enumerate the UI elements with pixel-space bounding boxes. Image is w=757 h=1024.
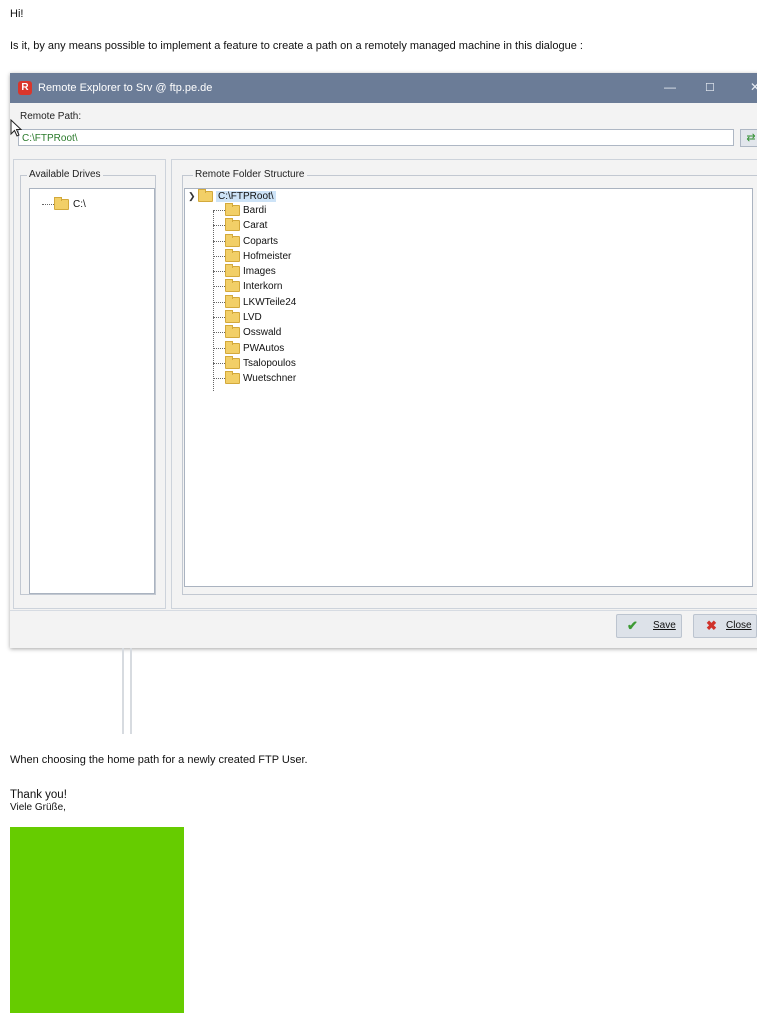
close-button-label: Close [726,620,752,631]
maximize-icon[interactable]: ☐ [705,81,715,94]
thanks-text: Thank you! [10,789,67,801]
follow-up-text: When choosing the home path for a newly … [10,754,308,766]
title-bar[interactable]: R Remote Explorer to Srv @ ftp.pe.de — ☐… [10,73,757,103]
tree-group-title: Remote Folder Structure [193,169,307,180]
folder-icon [225,371,240,385]
checkmark-icon: ✔ [627,618,638,633]
window-title: Remote Explorer to Srv @ ftp.pe.de [38,82,213,94]
folder-icon [225,325,240,339]
question-text: Is it, by any means possible to implemen… [10,40,583,52]
remote-path-input[interactable]: C:\FTPRoot\ [18,129,734,146]
folder-label: Tsalopoulos [243,357,296,369]
folder-label: Osswald [243,327,282,339]
signature-image [10,827,184,1013]
regards-text: Viele Grüße, [10,802,66,813]
save-button-label: Save [653,620,676,631]
save-button[interactable]: ✔ Save [616,614,682,638]
drive-icon [198,189,213,202]
folder-label: Wuetschner [243,373,297,385]
drive-item[interactable]: C:\ [42,197,86,210]
remote-path-label: Remote Path: [20,111,82,122]
minimize-icon[interactable]: — [664,80,676,94]
folder-icon [225,248,240,262]
mouse-cursor-icon [10,119,22,137]
folder-icon [225,279,240,293]
folder-label: Coparts [243,235,279,247]
folder-icon [225,310,240,324]
folder-label: PWAutos [243,342,285,354]
folder-label: Hofmeister [243,250,292,262]
go-path-button[interactable]: ⇄ [740,129,757,147]
folder-icon [225,218,240,232]
footer-separator [10,610,757,611]
remote-explorer-dialog: R Remote Explorer to Srv @ ftp.pe.de — ☐… [10,73,757,648]
close-button[interactable]: ✖ Close [693,614,757,638]
folder-item[interactable]: Wuetschner [213,371,297,388]
x-icon: ✖ [706,618,717,633]
folder-icon [225,294,240,308]
close-icon[interactable]: ✕ [750,80,757,94]
tree-root-item[interactable]: ❯ C:\FTPRoot\ [188,189,276,202]
tree-children: Bardi Carat Coparts Hofmeister Images In… [213,203,297,389]
folder-icon [225,355,240,369]
tree-root-label: C:\FTPRoot\ [216,191,276,202]
remote-folder-structure-group: Remote Folder Structure ❯ C:\FTPRoot\ Bar… [182,169,757,595]
go-path-icon: ⇄ [746,132,756,144]
greeting-text: Hi! [10,8,24,20]
drives-group-title: Available Drives [27,169,103,180]
drives-list[interactable]: C:\ [29,188,155,594]
chevron-down-icon[interactable]: ❯ [188,191,198,202]
folder-icon [225,340,240,354]
app-r-icon: R [18,81,32,95]
folder-icon [225,233,240,247]
folder-label: Carat [243,220,268,232]
window-ghost-artifact [122,648,132,734]
folder-label: Bardi [243,205,267,216]
folder-label: LVD [243,312,262,324]
drive-label: C:\ [73,199,86,210]
folder-label: LKWTeile24 [243,296,297,308]
available-drives-group: Available Drives C:\ [20,169,156,595]
folder-icon [225,203,240,216]
folder-label: Images [243,266,276,278]
folder-label: Interkorn [243,281,283,293]
drive-icon [54,197,69,210]
folder-tree[interactable]: ❯ C:\FTPRoot\ Bardi Carat Coparts Hofmeis… [184,188,753,587]
folder-icon [225,264,240,278]
